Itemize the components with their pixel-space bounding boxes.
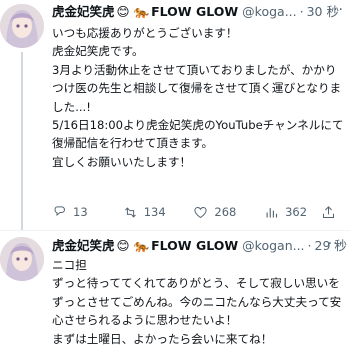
tiger-emoji: 🐅	[133, 4, 150, 19]
avatar-image	[0, 237, 44, 281]
avatar[interactable]	[0, 4, 44, 48]
tweet-text: ニコ担 ずっと待っててくれてありがとう、そして寂しい思いをずっとさせてごめんね。…	[52, 256, 348, 348]
author-handle[interactable]: @kogan...	[242, 236, 304, 256]
share-icon	[323, 205, 334, 218]
tweet-1[interactable]: 虎金妃笑虎 😊 🐅 FLOW GLOW @koga... · 30 秒 ··· …	[0, 0, 350, 230]
tweet-header: 虎金妃笑虎 😊 🐅 FLOW GLOW @koga... · 30 秒	[52, 2, 339, 22]
tweet-line: 虎金妃笑虎です。	[52, 44, 144, 59]
retweet-button[interactable]: 134	[123, 205, 194, 220]
author-suffix[interactable]: FLOW GLOW	[151, 2, 238, 22]
tweet-text: いつも応援ありがとうございます！ 虎金妃笑虎です。 3月より活動休止をさせて頂い…	[52, 24, 348, 171]
tweet-line: 3月より活動休止をさせて頂いておりましたが、かかりつけ医の先生と相談して復帰をさ…	[52, 62, 342, 114]
view-count: 362	[285, 205, 308, 219]
tiger-emoji: 🐅	[133, 238, 150, 253]
share-button[interactable]	[321, 205, 342, 220]
author-name[interactable]: 虎金妃笑虎	[52, 236, 115, 256]
views-button[interactable]: 362	[264, 205, 321, 220]
tweet-line: いつも応援ありがとうございます！	[52, 26, 238, 40]
tweet-line: 宜しくお願いいたします！	[52, 154, 192, 169]
more-options-icon[interactable]: ···	[328, 2, 344, 18]
tweet-2[interactable]: 虎金妃笑虎 😊 🐅 FLOW GLOW @kogan... · 29 秒 ···…	[0, 231, 350, 346]
avatar[interactable]	[0, 237, 44, 281]
heart-icon	[194, 206, 208, 218]
tweet-line: ニコ担	[52, 258, 87, 272]
views-icon	[266, 207, 278, 217]
smile-emoji: 😊	[116, 4, 130, 19]
retweet-icon	[124, 206, 136, 218]
reply-button[interactable]: 13	[52, 205, 123, 220]
author-name[interactable]: 虎金妃笑虎	[52, 2, 115, 22]
tweet-line: ずっと待っててくれてありがとう、そして寂しい思いをずっとさせてごめんね。今のニコ…	[52, 276, 342, 328]
author-suffix[interactable]: FLOW GLOW	[151, 236, 238, 256]
smile-emoji: 😊	[116, 238, 130, 253]
more-options-icon[interactable]: ···	[328, 236, 344, 252]
like-count: 268	[214, 205, 237, 219]
tweet-header: 虎金妃笑虎 😊 🐅 FLOW GLOW @kogan... · 29 秒	[52, 236, 347, 256]
tweet-actions: 13 134 268 362	[52, 203, 342, 221]
reply-icon	[54, 205, 66, 216]
reply-count: 13	[73, 205, 88, 219]
avatar-image	[0, 4, 44, 48]
tweet-line: 5/16日18:00より虎金妃笑虎のYouTubeチャンネルにて復帰配信を行わせ…	[52, 118, 344, 151]
author-handle[interactable]: @koga...	[242, 2, 296, 22]
like-button[interactable]: 268	[193, 205, 264, 220]
retweet-count: 134	[143, 205, 166, 219]
tweet-line: まずは土曜日、よかったら会いに来てね！	[52, 331, 273, 346]
thread-line	[21, 52, 23, 230]
